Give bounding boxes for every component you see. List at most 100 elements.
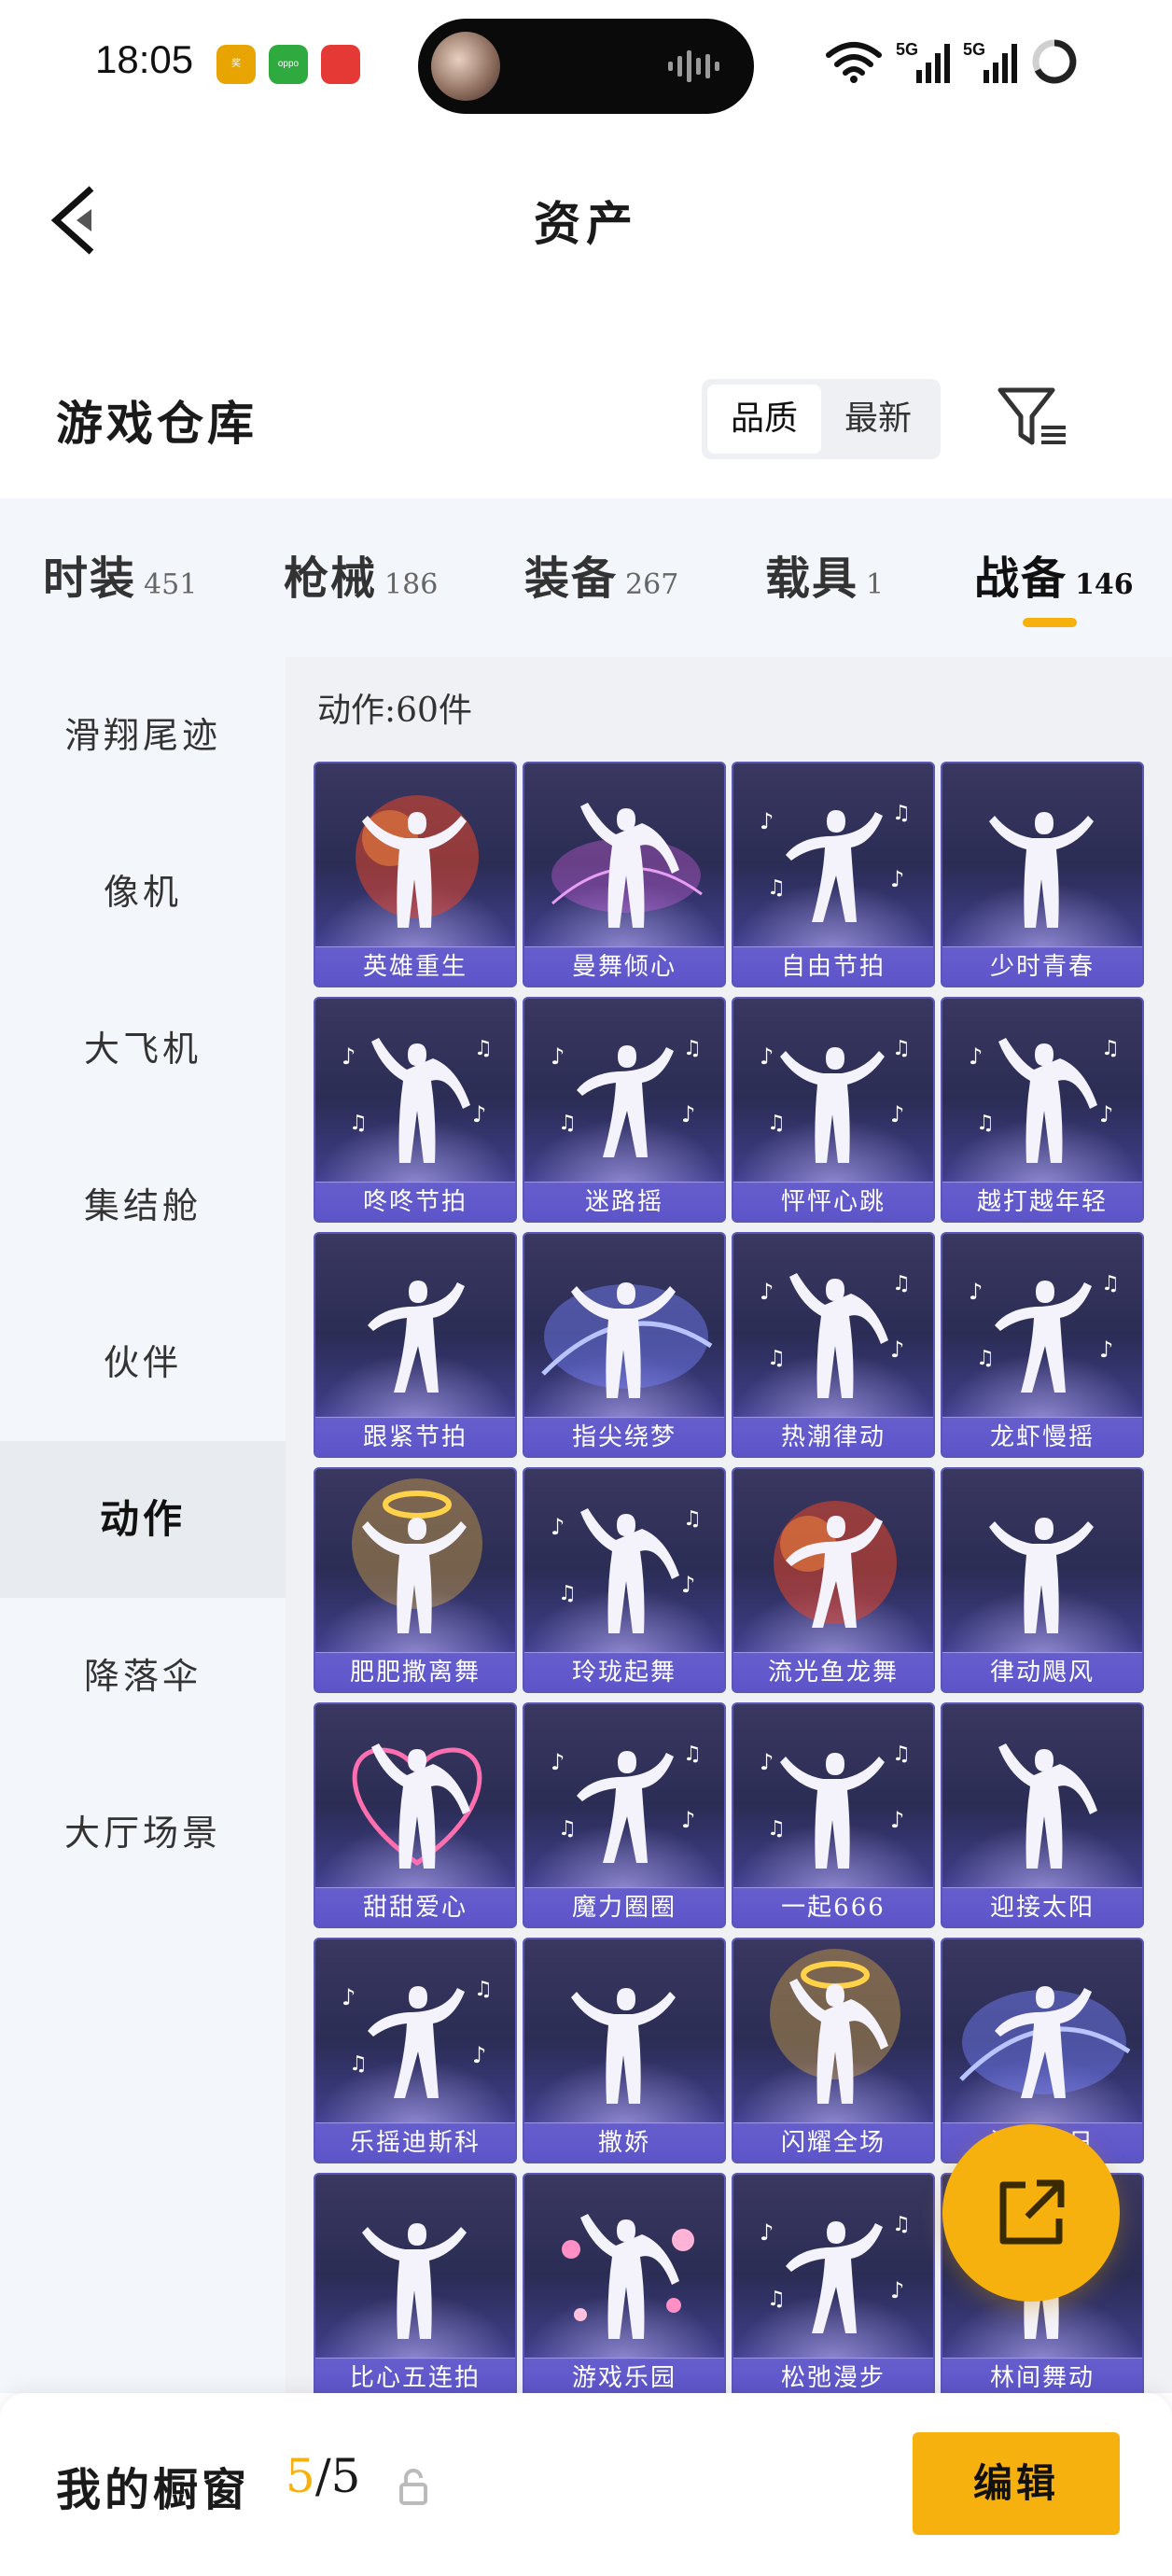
- svg-text:♫: ♫: [349, 1112, 368, 1135]
- emote-card[interactable]: ♪ ♫ ♫ ♪ 龙虾慢摇: [941, 1232, 1144, 1458]
- oppo-app-icon: oppo: [269, 45, 308, 84]
- page-title: 资产: [534, 196, 638, 251]
- svg-text:♫: ♫: [767, 1347, 786, 1370]
- emote-card[interactable]: 曼舞倾心: [523, 762, 726, 987]
- tab-equipment[interactable]: 装备 267: [524, 541, 678, 607]
- emote-name: 撒娇: [524, 2122, 724, 2162]
- showcase-label: 我的橱窗: [56, 2464, 251, 2516]
- emote-name: 英雄重生: [315, 946, 515, 986]
- tab-label: 枪械: [284, 553, 378, 605]
- emote-name: 迎接太阳: [942, 1887, 1142, 1926]
- svg-text:♪: ♪: [890, 1337, 904, 1363]
- emote-card[interactable]: 指尖绕梦: [523, 1232, 726, 1458]
- emote-card[interactable]: 比心五连拍: [314, 2173, 517, 2393]
- emote-card[interactable]: 英雄重生: [314, 762, 517, 987]
- showcase-total: 5: [330, 2449, 361, 2503]
- dancer-silhouette-icon: [989, 812, 1094, 928]
- emote-card[interactable]: ♪ ♫ ♫ ♪ 魔力圈圈: [523, 1702, 726, 1928]
- emote-card[interactable]: ♪ ♫ ♫ ♪ 越打越年轻: [941, 997, 1144, 1223]
- emote-name: 玲珑起舞: [524, 1652, 724, 1691]
- emote-card[interactable]: ♪ ♫ ♫ ♪ 玲珑起舞: [523, 1467, 726, 1693]
- tab-count: 451: [144, 568, 198, 601]
- svg-text:♫: ♫: [767, 2288, 786, 2311]
- svg-text:♫: ♫: [1101, 1037, 1120, 1060]
- svg-text:♫: ♫: [767, 1817, 786, 1841]
- side-item-camera[interactable]: 像机: [0, 814, 286, 971]
- filter-icon[interactable]: [997, 385, 1071, 452]
- svg-text:♫: ♫: [683, 1507, 702, 1531]
- emote-name: 一起666: [733, 1887, 933, 1926]
- edit-button[interactable]: 编辑: [913, 2432, 1120, 2535]
- emote-card[interactable]: 迎接太阳: [941, 1702, 1144, 1928]
- emote-card[interactable]: ♪ ♫ ♫ ♪ 乐摇迪斯科: [314, 1938, 517, 2163]
- emote-card[interactable]: 律动飓风: [941, 1467, 1144, 1693]
- tab-fashion[interactable]: 时装 451: [43, 541, 197, 607]
- svg-text:♫: ♫: [767, 1112, 786, 1135]
- sort-newest-button[interactable]: 最新: [821, 385, 935, 454]
- emote-card[interactable]: 少时青春: [941, 762, 1144, 987]
- emote-name: 指尖绕梦: [524, 1417, 724, 1456]
- emote-card[interactable]: ♪ ♫ ♫ ♪ 一起666: [732, 1702, 935, 1928]
- share-button[interactable]: [942, 2124, 1120, 2302]
- emote-name: 越打越年轻: [942, 1182, 1142, 1221]
- emote-name: 魔力圈圈: [524, 1887, 724, 1926]
- emote-card[interactable]: ♪ ♫ ♫ ♪ 热潮律动: [732, 1232, 935, 1458]
- svg-text:♫: ♫: [558, 1582, 577, 1605]
- dancer-silhouette-icon: [352, 1478, 482, 1633]
- svg-text:♫: ♫: [892, 1743, 911, 1766]
- svg-text:♫: ♫: [683, 1037, 702, 1060]
- svg-text:♪: ♪: [760, 2219, 774, 2246]
- svg-text:♪: ♪: [551, 1514, 565, 1540]
- svg-text:♪: ♪: [1099, 1101, 1113, 1127]
- tab-battle-prep[interactable]: 战备 146: [974, 541, 1134, 607]
- side-item-big-plane[interactable]: 大飞机: [0, 971, 286, 1127]
- svg-text:♪: ♪: [760, 1043, 774, 1070]
- dancer-silhouette-icon: [541, 1282, 713, 1398]
- emote-card[interactable]: 流光鱼龙舞: [732, 1467, 935, 1693]
- emote-card[interactable]: ♪ ♫ ♫ ♪ 迷路摇: [523, 997, 726, 1223]
- side-item-lobby-scene[interactable]: 大厅场景: [0, 1755, 286, 1911]
- tab-vehicles[interactable]: 载具 1: [765, 541, 884, 607]
- emote-card[interactable]: 甜甜爱心: [314, 1702, 517, 1928]
- dancer-silhouette-icon: ♪ ♫ ♫ ♪: [760, 802, 911, 922]
- dancer-silhouette-icon: [551, 803, 703, 928]
- emote-card[interactable]: ♪ ♫ ♫ ♪ 自由节拍: [732, 762, 935, 987]
- emote-card[interactable]: ♪ ♫ ♫ ♪ 松弛漫步: [732, 2173, 935, 2393]
- emote-name: 乐摇迪斯科: [315, 2122, 515, 2162]
- tab-label: 时装: [43, 553, 137, 605]
- emote-name: 迷路摇: [524, 1182, 724, 1221]
- status-bar: 18:05 奖 oppo 5G 5G: [0, 0, 1172, 131]
- emote-card[interactable]: 肥肥撒离舞: [314, 1467, 517, 1693]
- emote-name: 肥肥撒离舞: [315, 1652, 515, 1691]
- emote-card[interactable]: ♪ ♫ ♫ ♪ 怦怦心跳: [732, 997, 935, 1223]
- side-item-assembly-pod[interactable]: 集结舱: [0, 1127, 286, 1284]
- emote-card[interactable]: ♪ ♫ ♫ ♪ 咚咚节拍: [314, 997, 517, 1223]
- svg-text:♪: ♪: [472, 1101, 486, 1127]
- svg-text:♪: ♪: [681, 1572, 695, 1598]
- svg-text:♫: ♫: [892, 2213, 911, 2236]
- sort-quality-button[interactable]: 品质: [707, 385, 821, 454]
- dancer-silhouette-icon: [368, 1281, 465, 1393]
- dancer-silhouette-icon: [356, 795, 479, 928]
- svg-text:♪: ♪: [969, 1279, 983, 1305]
- dancer-silhouette-icon: [362, 2223, 467, 2339]
- tab-guns[interactable]: 枪械 186: [284, 541, 438, 607]
- emote-card[interactable]: 撒娇: [523, 1938, 726, 2163]
- side-item-partner[interactable]: 伙伴: [0, 1284, 286, 1441]
- dancer-silhouette-icon: ♪ ♫ ♫ ♪: [760, 1037, 911, 1163]
- emote-card[interactable]: 闪耀全场: [732, 1938, 935, 2163]
- side-item-emotes[interactable]: 动作: [0, 1441, 286, 1598]
- emote-card[interactable]: 游戏乐园: [523, 2173, 726, 2393]
- dancer-silhouette-icon: ♪ ♫ ♫ ♪: [760, 1272, 911, 1398]
- side-item-parachute[interactable]: 降落伞: [0, 1598, 286, 1755]
- emote-name: 少时青春: [942, 946, 1142, 986]
- side-item-glide-trail[interactable]: 滑翔尾迹: [0, 657, 286, 814]
- emote-card[interactable]: 跟紧节拍: [314, 1232, 517, 1458]
- tab-label: 载具: [765, 553, 859, 605]
- dancer-silhouette-icon: [562, 2214, 694, 2339]
- svg-text:♪: ♪: [551, 1749, 565, 1775]
- emote-name: 游戏乐园: [524, 2358, 724, 2393]
- now-playing-thumbnail: [431, 32, 500, 101]
- dynamic-island[interactable]: [418, 19, 754, 114]
- dancer-silhouette-icon: ♪ ♫ ♫ ♪: [342, 1037, 493, 1163]
